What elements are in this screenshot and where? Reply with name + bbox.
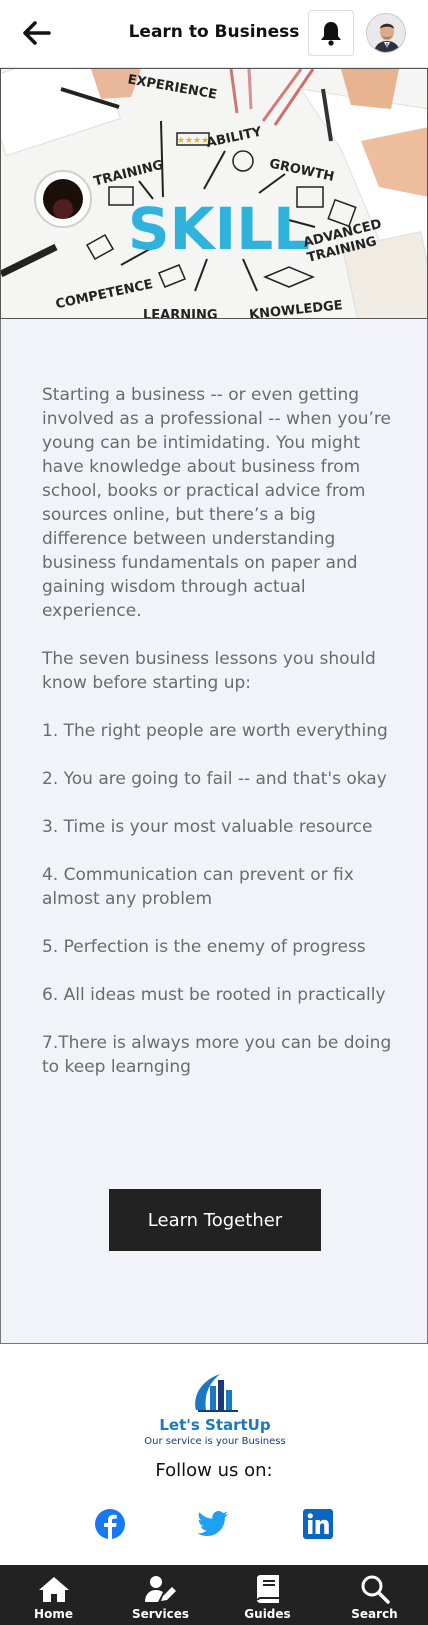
- twitter-icon: [197, 1511, 228, 1536]
- linkedin-link[interactable]: [301, 1507, 335, 1541]
- tab-home[interactable]: Home: [0, 1565, 107, 1625]
- user-avatar[interactable]: [366, 13, 406, 53]
- hero-image: SKILL EXPERIENCE ABILITY TRAINING GROWTH…: [0, 68, 428, 319]
- search-icon: [358, 1573, 392, 1605]
- avatar-image: [367, 14, 405, 52]
- article-body: Starting a business -- or even getting i…: [42, 383, 392, 1103]
- learn-together-button[interactable]: Learn Together: [109, 1189, 321, 1251]
- tab-services-label: Services: [131, 1607, 190, 1621]
- user-edit-icon: [144, 1573, 178, 1605]
- twitter-link[interactable]: [196, 1507, 230, 1541]
- intro-paragraph: Starting a business -- or even getting i…: [42, 385, 392, 621]
- lesson-item: 3. Time is your most valuable resource: [42, 817, 373, 837]
- svg-text:LEARNING: LEARNING: [143, 308, 218, 319]
- tab-search-label: Search: [351, 1607, 398, 1621]
- lesson-item: 5. Perfection is the enemy of progress: [42, 937, 366, 957]
- tab-search[interactable]: Search: [321, 1565, 428, 1625]
- svg-text:★★★★: ★★★★: [177, 136, 209, 146]
- app-header: Learn to Business: [0, 0, 428, 68]
- lesson-item: 1. The right people are worth everything: [42, 721, 388, 741]
- tab-home-label: Home: [34, 1607, 73, 1621]
- bottom-tab-bar: Home Services Guides Search: [0, 1565, 428, 1625]
- facebook-icon: [95, 1509, 125, 1539]
- lesson-item: 4. Communication can prevent or fix almo…: [42, 865, 354, 909]
- lesson-item: 7.There is always more you can be doing …: [42, 1033, 392, 1077]
- tab-services[interactable]: Services: [107, 1565, 214, 1625]
- lesson-item: 6. All ideas must be rooted in practical…: [42, 985, 386, 1005]
- book-icon: [251, 1573, 285, 1605]
- notifications-button[interactable]: [308, 10, 354, 56]
- svg-text:SKILL: SKILL: [128, 195, 310, 263]
- bell-icon: [321, 22, 341, 46]
- footer: Let's StartUp Our service is your Busine…: [0, 1344, 428, 1565]
- lessons-heading: The seven business lessons you should kn…: [42, 649, 376, 693]
- tab-guides[interactable]: Guides: [214, 1565, 321, 1625]
- facebook-link[interactable]: [93, 1507, 127, 1541]
- building-logo-icon: [195, 1374, 238, 1412]
- page-title: Learn to Business: [128, 22, 300, 42]
- logo-name: Let's StartUp: [159, 1416, 271, 1434]
- lesson-item: 2. You are going to fail -- and that's o…: [42, 769, 387, 789]
- content-section: Starting a business -- or even getting i…: [0, 319, 428, 1344]
- home-icon: [37, 1573, 71, 1605]
- follow-label: Follow us on:: [155, 1460, 273, 1481]
- company-logo: Let's StartUp Our service is your Busine…: [140, 1366, 290, 1454]
- linkedin-icon: [303, 1509, 333, 1539]
- tab-guides-label: Guides: [244, 1607, 291, 1621]
- logo-tagline: Our service is your Business: [144, 1436, 286, 1447]
